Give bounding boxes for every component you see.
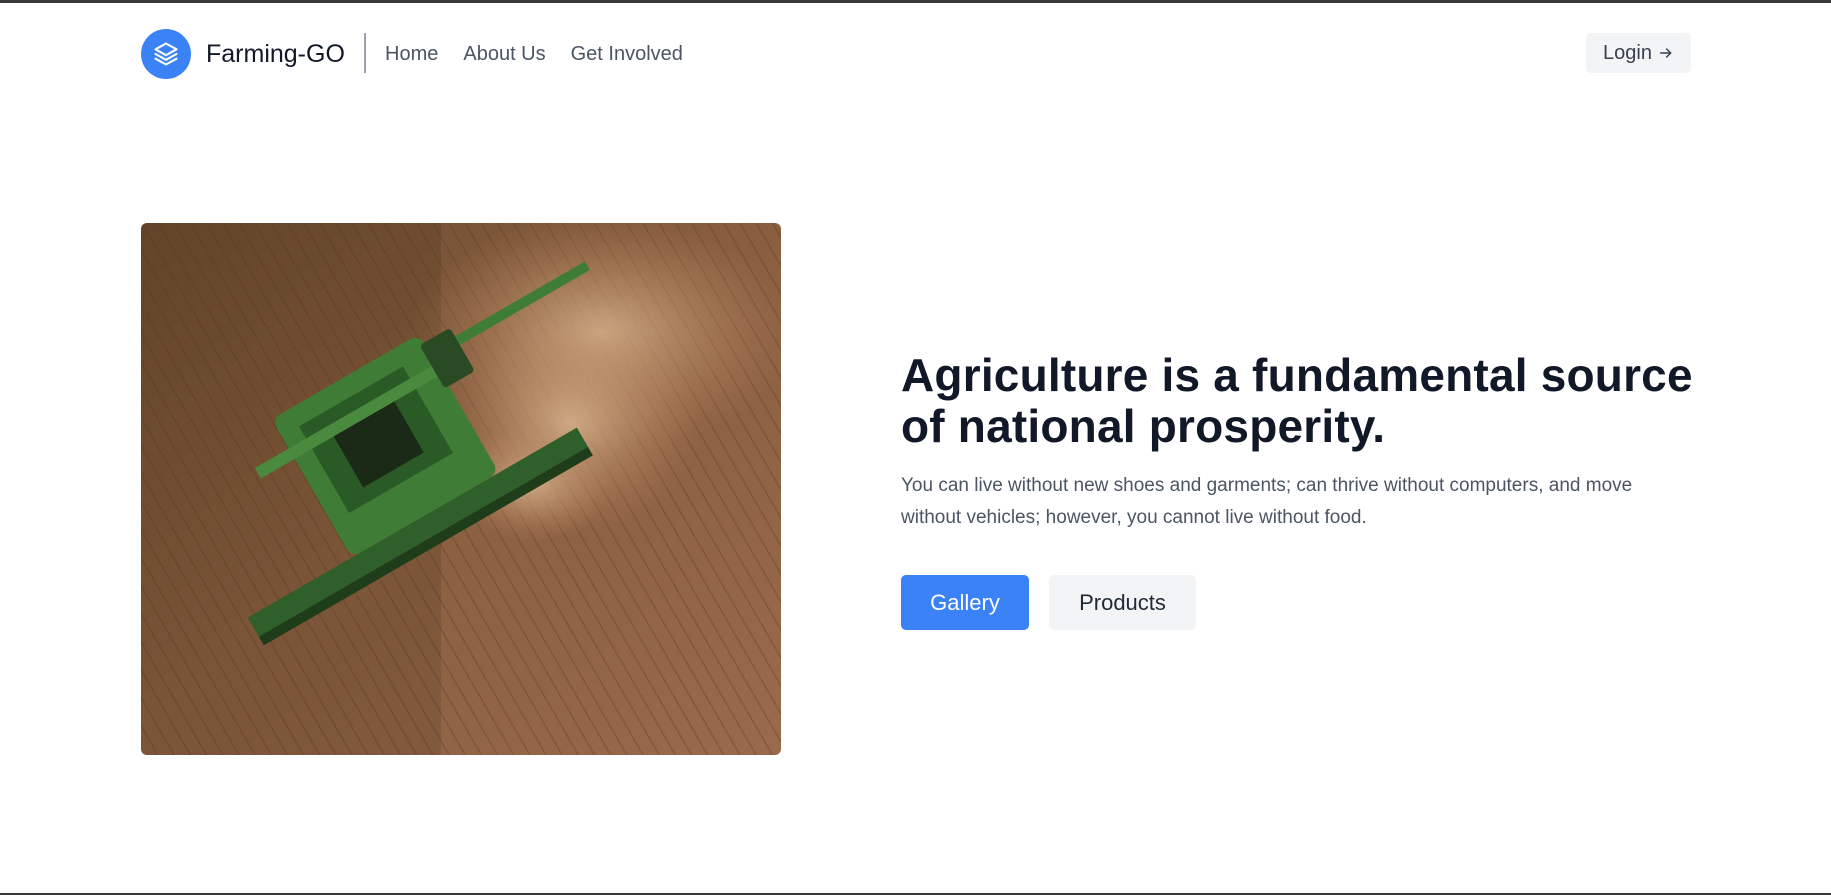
brand-name: Farming-GO [206,39,345,68]
main-nav: Home About Us Get Involved [385,28,683,80]
header-divider [364,33,366,73]
nav-item-get-involved[interactable]: Get Involved [571,43,683,66]
brand[interactable]: Farming-GO [141,28,345,80]
hero-buttons: Gallery Products [901,575,1196,630]
hero-subtext: You can live without new shoes and garme… [901,475,1633,528]
login-button[interactable]: Login [1586,33,1691,73]
window-top-border [0,0,1831,3]
gallery-button[interactable]: Gallery [901,575,1029,630]
hero-image [141,223,781,755]
layers-icon [141,29,191,79]
nav-item-home[interactable]: Home [385,43,438,66]
nav-item-about-us[interactable]: About Us [463,43,545,66]
hero-content: Agriculture is a fundamental source of n… [901,349,1701,630]
products-button[interactable]: Products [1049,575,1196,630]
arrow-right-icon [1659,48,1672,58]
login-label: Login [1603,41,1652,64]
hero-headline: Agriculture is a fundamental source of n… [901,349,1693,452]
site-header: Farming-GO Home About Us Get Involved Lo… [141,28,1691,80]
